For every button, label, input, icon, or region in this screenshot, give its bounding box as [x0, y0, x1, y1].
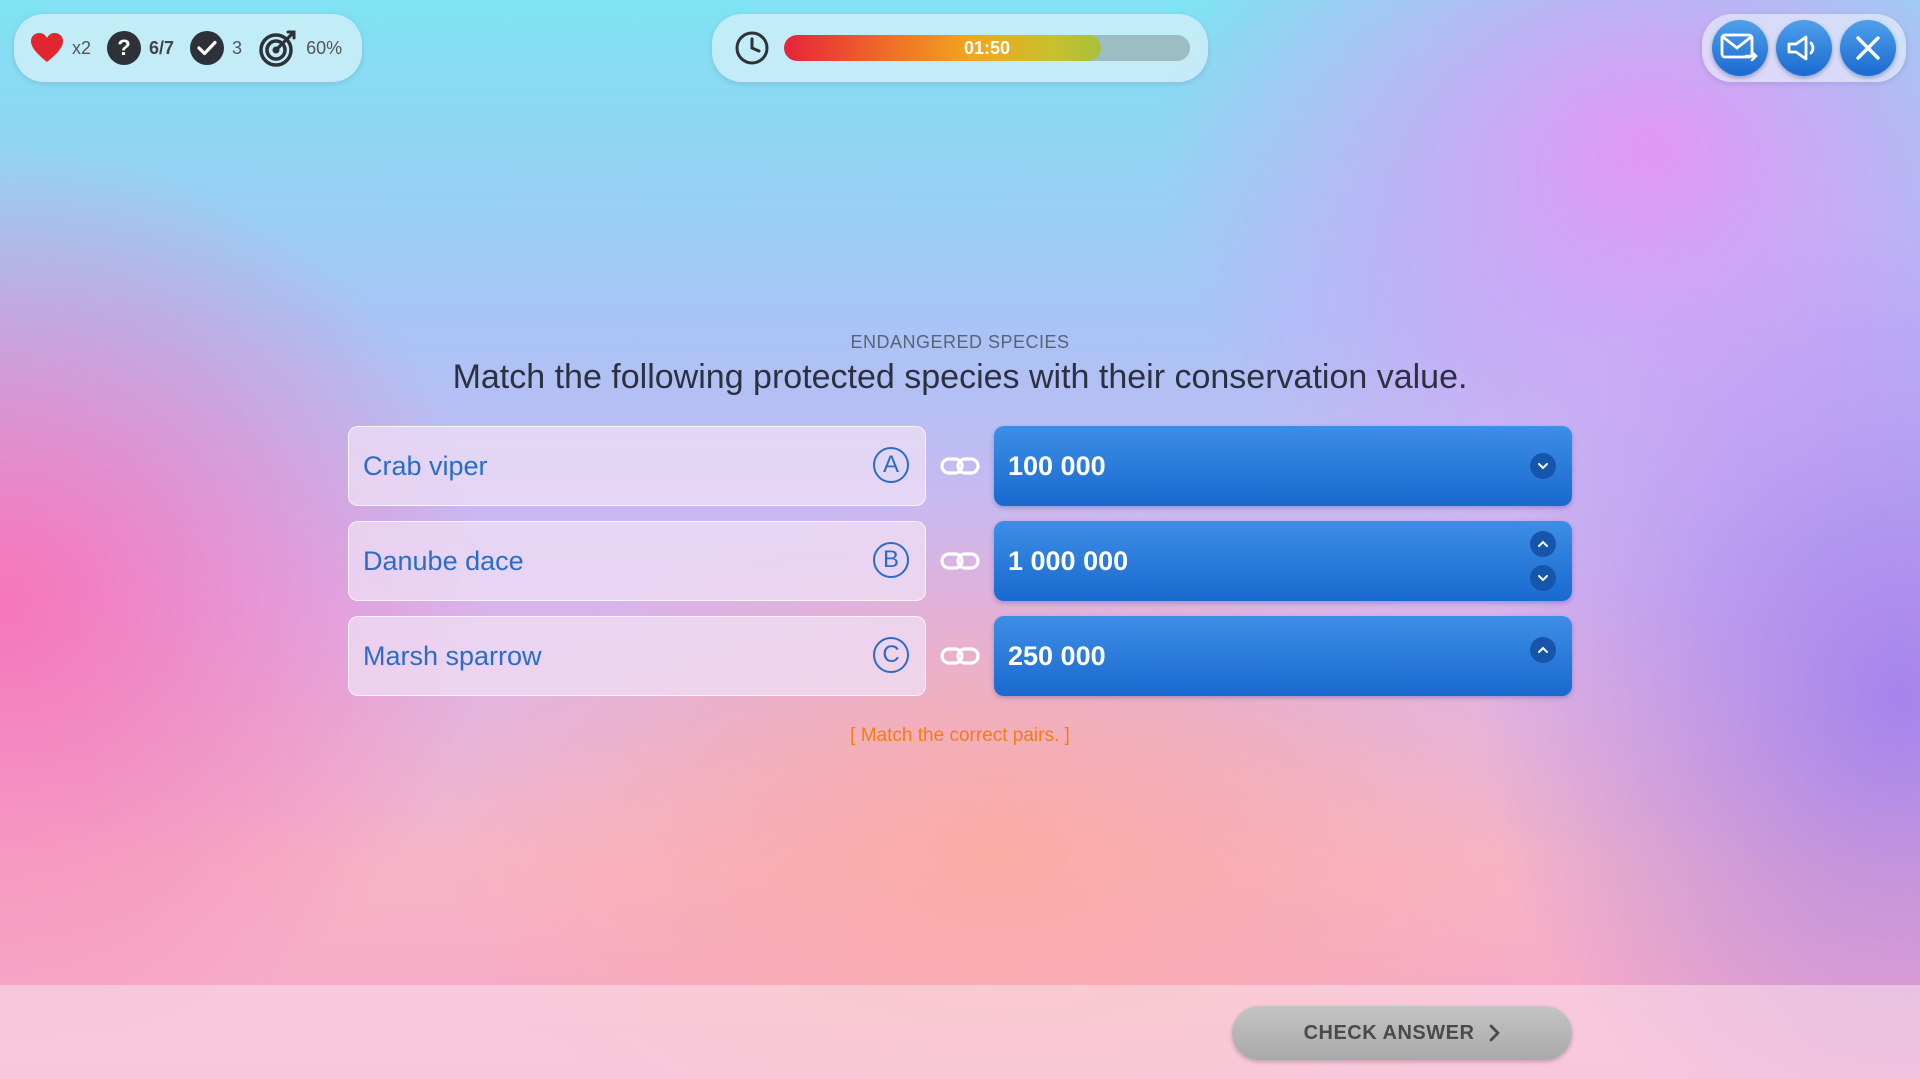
- accuracy-value: 60%: [306, 37, 343, 58]
- match-row-a: Crab viper A 100 000: [348, 426, 1572, 506]
- footer-bar: [0, 985, 1920, 1079]
- stats-panel: x2 ? 6/7 3 60%: [14, 14, 362, 82]
- sound-button[interactable]: [1776, 20, 1832, 76]
- accuracy-stat: 60%: [258, 29, 342, 67]
- check-answer-label: CHECK ANSWER: [1303, 1021, 1475, 1044]
- check-answer-button[interactable]: CHECK ANSWER: [1232, 1006, 1572, 1060]
- chevron-up-icon[interactable]: [1530, 531, 1556, 557]
- hint-text: [ Match the correct pairs. ]: [850, 725, 1070, 746]
- species-card: Danube dace B: [348, 521, 926, 601]
- value-select[interactable]: 100 000: [994, 426, 1572, 506]
- species-label: Crab viper: [363, 450, 488, 481]
- speaker-icon: [1787, 35, 1815, 61]
- chevron-right-icon: [1490, 1024, 1500, 1042]
- match-row-c: Marsh sparrow C 250 000: [348, 616, 1572, 696]
- heart-icon: [31, 33, 63, 62]
- feedback-button[interactable]: [1712, 20, 1768, 76]
- letter-badge: C: [873, 637, 909, 673]
- chevron-up-icon[interactable]: [1530, 637, 1556, 663]
- close-button[interactable]: [1840, 20, 1896, 76]
- species-card: Marsh sparrow C: [348, 616, 926, 696]
- species-label: Marsh sparrow: [363, 640, 542, 671]
- question-category: ENDANGERED SPECIES: [850, 332, 1070, 352]
- value-select[interactable]: 1 000 000: [994, 521, 1572, 601]
- chevron-down-icon[interactable]: [1530, 565, 1556, 591]
- timer-text: 01:50: [963, 37, 1011, 58]
- question-icon: ?: [107, 31, 142, 65]
- value-select[interactable]: 250 000: [994, 616, 1572, 696]
- clock-icon: [735, 31, 769, 65]
- question-text: Match the following protected species wi…: [452, 358, 1468, 396]
- timer-bar: 01:50: [784, 35, 1190, 61]
- correct-count: 3: [232, 37, 243, 58]
- species-label: Danube dace: [363, 545, 524, 576]
- link-icon: [940, 636, 980, 676]
- question-progress: 6/7: [149, 37, 175, 58]
- chevron-down-icon[interactable]: [1530, 453, 1556, 479]
- check-icon: [190, 31, 225, 65]
- target-icon: [259, 30, 296, 67]
- correct-stat: 3: [190, 31, 242, 65]
- lives-stat: x2: [30, 32, 91, 64]
- letter-badge: A: [873, 447, 909, 483]
- link-icon: [940, 541, 980, 581]
- mail-send-icon: [1720, 33, 1758, 62]
- question-stat: ? 6/7: [107, 31, 174, 65]
- link-icon: [940, 446, 980, 486]
- top-controls: [1702, 14, 1906, 82]
- timer-panel: 01:50: [712, 14, 1208, 82]
- match-row-b: Danube dace B 1 000 000: [348, 521, 1572, 601]
- value-label: 1 000 000: [1008, 545, 1129, 576]
- letter-badge: B: [873, 542, 909, 578]
- close-icon: [1856, 36, 1880, 60]
- value-label: 100 000: [1008, 450, 1106, 481]
- value-label: 250 000: [1008, 640, 1106, 671]
- lives-count: x2: [72, 37, 92, 58]
- species-card: Crab viper A: [348, 426, 926, 506]
